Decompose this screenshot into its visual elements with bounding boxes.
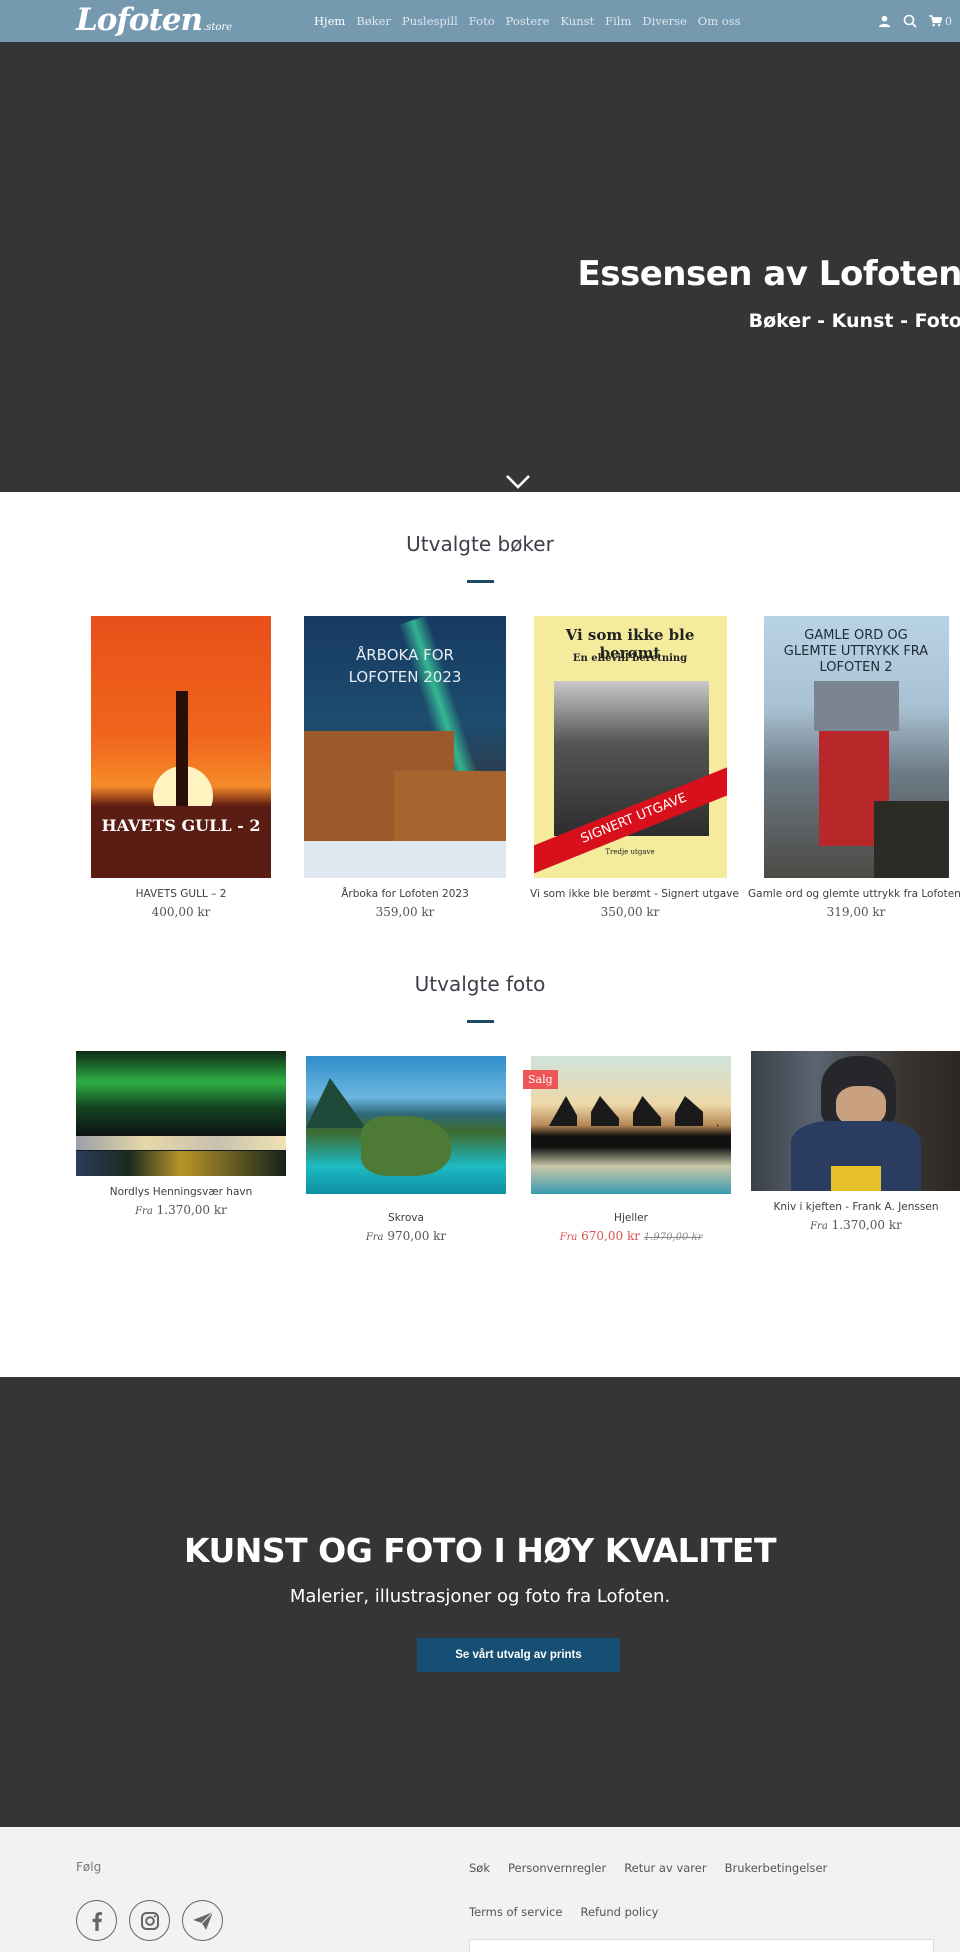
product-price: 400,00 kr bbox=[151, 905, 211, 919]
price-value: 970,00 kr bbox=[387, 1229, 447, 1243]
instagram-link[interactable] bbox=[129, 1900, 170, 1941]
footer-link-refund[interactable]: Refund policy bbox=[580, 1905, 658, 1919]
nav-item-diverse[interactable]: Diverse bbox=[642, 14, 686, 28]
footer-link-sok[interactable]: Søk bbox=[469, 1861, 490, 1875]
product-name[interactable]: Gamle ord og glemte uttrykk fra Lofoten … bbox=[748, 888, 960, 900]
cover-title: ÅRBOKA FOR LOFOTEN 2023 bbox=[348, 646, 462, 686]
logo-suffix: .store bbox=[203, 22, 233, 33]
cart-icon bbox=[929, 15, 942, 27]
chevron-down-icon[interactable] bbox=[505, 474, 531, 492]
cover-edition: Tredje utgave bbox=[605, 848, 655, 856]
nav-item-om-oss[interactable]: Om oss bbox=[698, 14, 741, 28]
featured-photos-section: Utvalgte foto Nordlys Henningsvær havn F… bbox=[0, 972, 960, 1377]
product-name[interactable]: Årboka for Lofoten 2023 bbox=[300, 888, 510, 900]
sale-badge: Salg bbox=[523, 1070, 558, 1089]
section-title: Utvalgte bøker bbox=[406, 532, 554, 556]
product-card[interactable]: Kniv i kjeften - Frank A. Jenssen Fra 1.… bbox=[751, 1051, 960, 1232]
nav-item-boker[interactable]: Bøker bbox=[356, 14, 391, 28]
social-links bbox=[76, 1900, 223, 1941]
price-prefix: Fra bbox=[810, 1221, 828, 1232]
product-image[interactable] bbox=[306, 1056, 506, 1194]
title-divider bbox=[466, 1020, 494, 1023]
cover-subtitle: En ellevill beretning bbox=[572, 653, 688, 664]
instagram-icon bbox=[140, 1911, 159, 1930]
main-nav: Hjem Bøker Puslespill Foto Postere Kunst… bbox=[314, 0, 752, 42]
product-card[interactable]: HAVETS GULL - 2 HAVETS GULL – 2 400,00 k… bbox=[86, 616, 276, 919]
header-actions: 0 bbox=[878, 0, 952, 42]
site-footer: Følg Søk Personvernregler Retur av varer… bbox=[0, 1827, 960, 1952]
product-name[interactable]: HAVETS GULL – 2 bbox=[86, 888, 276, 900]
product-price: Fra 1.370,00 kr bbox=[76, 1203, 286, 1217]
footer-link-retur[interactable]: Retur av varer bbox=[624, 1861, 706, 1875]
price-prefix: Fra bbox=[135, 1206, 153, 1217]
compare-price: 1.970,00 kr bbox=[643, 1232, 703, 1243]
product-name[interactable]: Hjeller bbox=[531, 1212, 731, 1224]
nav-item-hjem[interactable]: Hjem bbox=[314, 14, 345, 28]
nav-item-foto[interactable]: Foto bbox=[469, 14, 495, 28]
nav-item-postere[interactable]: Postere bbox=[506, 14, 550, 28]
product-image[interactable] bbox=[531, 1056, 731, 1194]
product-price: 350,00 kr bbox=[600, 905, 660, 919]
product-image[interactable]: ÅRBOKA FOR LOFOTEN 2023 bbox=[304, 616, 506, 878]
promo-banner: KUNST OG FOTO I HØY KVALITET Malerier, i… bbox=[0, 1377, 960, 1827]
product-name[interactable]: Vi som ikke ble berømt - Signert utgave bbox=[530, 888, 739, 900]
logo-text: Lofoten bbox=[76, 2, 203, 38]
sale-price: 670,00 kr bbox=[581, 1229, 640, 1243]
section-title: Utvalgte foto bbox=[414, 972, 546, 996]
featured-books-section: Utvalgte bøker HAVETS GULL - 2 HAVETS GU… bbox=[0, 492, 960, 972]
follow-label: Følg bbox=[76, 1860, 102, 1874]
title-divider bbox=[466, 580, 494, 583]
view-prints-button[interactable]: Se vårt utvalg av prints bbox=[417, 1638, 620, 1672]
promo-title: KUNST OG FOTO I HØY KVALITET bbox=[184, 1531, 776, 1570]
product-price: Fra 670,00 kr 1.970,00 kr bbox=[531, 1229, 731, 1243]
product-card[interactable]: Skrova Fra 970,00 kr bbox=[306, 1056, 506, 1243]
hero-banner: Essensen av Lofoten Bøker - Kunst - Foto bbox=[0, 42, 960, 492]
cover-title: GAMLE ORD OG GLEMTE UTTRYKK FRA LOFOTEN … bbox=[783, 628, 929, 675]
product-name[interactable]: Kniv i kjeften - Frank A. Jenssen bbox=[751, 1201, 960, 1213]
product-image[interactable] bbox=[76, 1051, 286, 1176]
product-name[interactable]: Skrova bbox=[306, 1212, 506, 1224]
product-price: 319,00 kr bbox=[826, 905, 886, 919]
product-price: Fra 970,00 kr bbox=[306, 1229, 506, 1243]
price-value: 1.370,00 kr bbox=[156, 1203, 227, 1217]
price-prefix: Fra bbox=[559, 1232, 578, 1243]
product-price: 359,00 kr bbox=[375, 905, 435, 919]
cart-button[interactable]: 0 bbox=[929, 15, 952, 28]
promo-subtitle: Malerier, illustrasjoner og foto fra Lof… bbox=[289, 1586, 671, 1607]
price-prefix: Fra bbox=[365, 1232, 384, 1243]
price-value: 1.370,00 kr bbox=[831, 1218, 902, 1232]
hero-subtitle: Bøker - Kunst - Foto bbox=[748, 310, 960, 332]
product-card[interactable]: Vi som ikke ble berømt En ellevill beret… bbox=[530, 616, 739, 919]
cart-count: 0 bbox=[945, 14, 952, 28]
product-card[interactable]: Nordlys Henningsvær havn Fra 1.370,00 kr bbox=[76, 1051, 286, 1217]
newsletter-input[interactable] bbox=[469, 1939, 934, 1952]
product-image[interactable]: GAMLE ORD OG GLEMTE UTTRYKK FRA LOFOTEN … bbox=[763, 616, 949, 878]
product-price: Fra 1.370,00 kr bbox=[751, 1218, 960, 1232]
product-card[interactable]: GAMLE ORD OG GLEMTE UTTRYKK FRA LOFOTEN … bbox=[748, 616, 960, 919]
hero-title: Essensen av Lofoten bbox=[577, 254, 960, 294]
facebook-link[interactable] bbox=[76, 1900, 117, 1941]
product-card[interactable]: Salg Hjeller Fra 670,00 kr 1.970,00 kr bbox=[523, 1056, 731, 1243]
facebook-icon bbox=[92, 1911, 102, 1931]
user-icon[interactable] bbox=[878, 15, 891, 28]
product-name[interactable]: Nordlys Henningsvær havn bbox=[76, 1186, 286, 1198]
telegram-icon bbox=[192, 1911, 213, 1930]
site-header: Lofoten.store Hjem Bøker Puslespill Foto… bbox=[0, 0, 960, 42]
cover-title: HAVETS GULL - 2 bbox=[101, 816, 261, 835]
nav-item-kunst[interactable]: Kunst bbox=[560, 14, 594, 28]
footer-link-terms[interactable]: Terms of service bbox=[469, 1905, 562, 1919]
footer-link-brukerbetingelser[interactable]: Brukerbetingelser bbox=[725, 1861, 828, 1875]
product-card[interactable]: ÅRBOKA FOR LOFOTEN 2023 Årboka for Lofot… bbox=[300, 616, 510, 919]
nav-item-film[interactable]: Film bbox=[605, 14, 631, 28]
search-icon[interactable] bbox=[903, 14, 917, 28]
nav-item-puslespill[interactable]: Puslespill bbox=[402, 14, 458, 28]
footer-nav: Søk Personvernregler Retur av varer Bruk… bbox=[469, 1861, 949, 1919]
logo[interactable]: Lofoten.store bbox=[76, 0, 232, 42]
footer-link-personvernregler[interactable]: Personvernregler bbox=[508, 1861, 606, 1875]
product-image[interactable] bbox=[751, 1051, 960, 1191]
product-image[interactable]: HAVETS GULL - 2 bbox=[91, 616, 271, 878]
product-image[interactable]: Vi som ikke ble berømt En ellevill beret… bbox=[533, 616, 727, 878]
telegram-link[interactable] bbox=[182, 1900, 223, 1941]
